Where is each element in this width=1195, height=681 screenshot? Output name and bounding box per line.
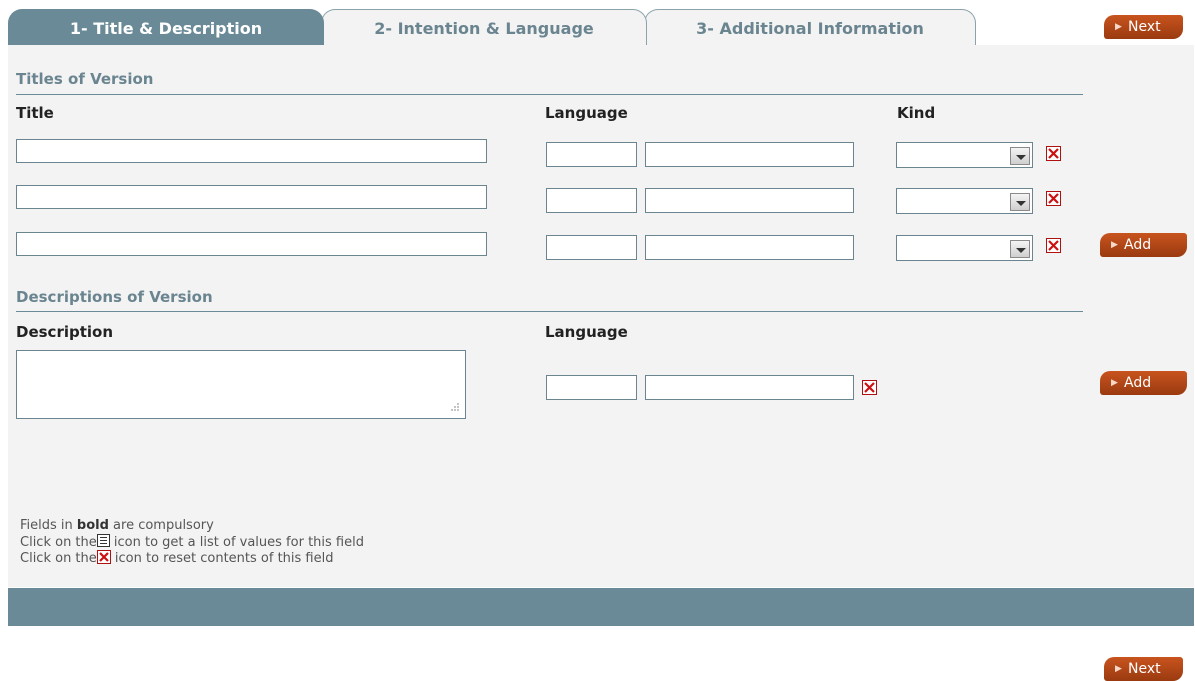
description-column-header: Description [16,323,114,341]
language-column-header: Language [545,104,628,122]
add-button-label: Add [1124,237,1152,253]
kind-column-header: Kind [897,104,936,122]
language-code-input-3[interactable] [546,235,637,260]
next-button-top[interactable]: ▶ Next [1104,15,1183,39]
help-list-line: Click on the icon to get a list of value… [20,534,364,551]
help-bold-text: bold [76,518,109,533]
descriptions-section-heading: Descriptions of Version [16,288,213,306]
title-column-header: Title [16,104,54,122]
description-textarea[interactable] [16,350,466,419]
triangle-right-icon: ▶ [1115,664,1122,674]
help-reset-line: Click on the icon to reset contents of t… [20,550,333,567]
description-language-column-header: Language [545,323,628,341]
reset-x-icon[interactable] [862,380,877,395]
titles-section-heading: Titles of Version [16,70,154,88]
add-description-button[interactable]: ▶ Add [1100,371,1187,395]
help-text: icon to get a list of values for this fi… [109,535,364,550]
chevron-down-icon[interactable] [1010,240,1030,258]
triangle-right-icon: ▶ [1115,22,1122,32]
tab-title-description[interactable]: 1- Title & Description [8,9,324,46]
language-name-input-1[interactable] [645,142,854,167]
reset-x-icon[interactable] [1046,191,1061,206]
language-code-input-1[interactable] [546,142,637,167]
next-button-label: Next [1128,19,1161,35]
kind-select-2[interactable] [896,188,1033,214]
list-values-icon [96,534,110,547]
triangle-right-icon: ▶ [1111,378,1118,388]
chevron-down-icon[interactable] [1010,193,1030,211]
language-name-input-3[interactable] [645,235,854,260]
help-text: Click on the [20,551,97,566]
reset-x-icon[interactable] [1046,238,1061,253]
help-compulsory-line: Fields in bold are compulsory [20,518,214,534]
add-title-button[interactable]: ▶ Add [1100,233,1187,257]
language-name-input-2[interactable] [645,188,854,213]
kind-select-3[interactable] [896,235,1033,261]
help-text: Click on the [20,535,97,550]
resize-grip-icon[interactable] [450,402,460,412]
next-button-bottom[interactable]: ▶ Next [1104,657,1183,681]
tab-additional-information[interactable]: 3- Additional Information [644,9,976,46]
titles-section-divider [16,94,1083,95]
language-code-input-2[interactable] [546,188,637,213]
tab-bar: 3- Additional Information 2- Intention &… [8,9,976,46]
description-language-code-input[interactable] [546,375,637,400]
help-text: Fields in [20,518,77,533]
next-button-label: Next [1128,661,1161,677]
chevron-down-icon[interactable] [1010,147,1030,165]
descriptions-section-divider [16,311,1083,312]
tab-intention-language[interactable]: 2- Intention & Language [321,9,647,46]
reset-x-icon [96,550,111,564]
title-input-3[interactable] [16,232,487,256]
reset-x-icon[interactable] [1046,146,1061,161]
add-button-label: Add [1124,375,1152,391]
triangle-right-icon: ▶ [1111,240,1118,250]
title-input-2[interactable] [16,185,487,209]
kind-select-1[interactable] [896,142,1033,168]
title-input-1[interactable] [16,139,487,163]
footer-bar [8,588,1194,626]
description-language-name-input[interactable] [645,375,854,400]
form-panel [8,45,1194,587]
help-text: icon to reset contents of this field [110,551,334,566]
help-text: are compulsory [108,518,214,533]
